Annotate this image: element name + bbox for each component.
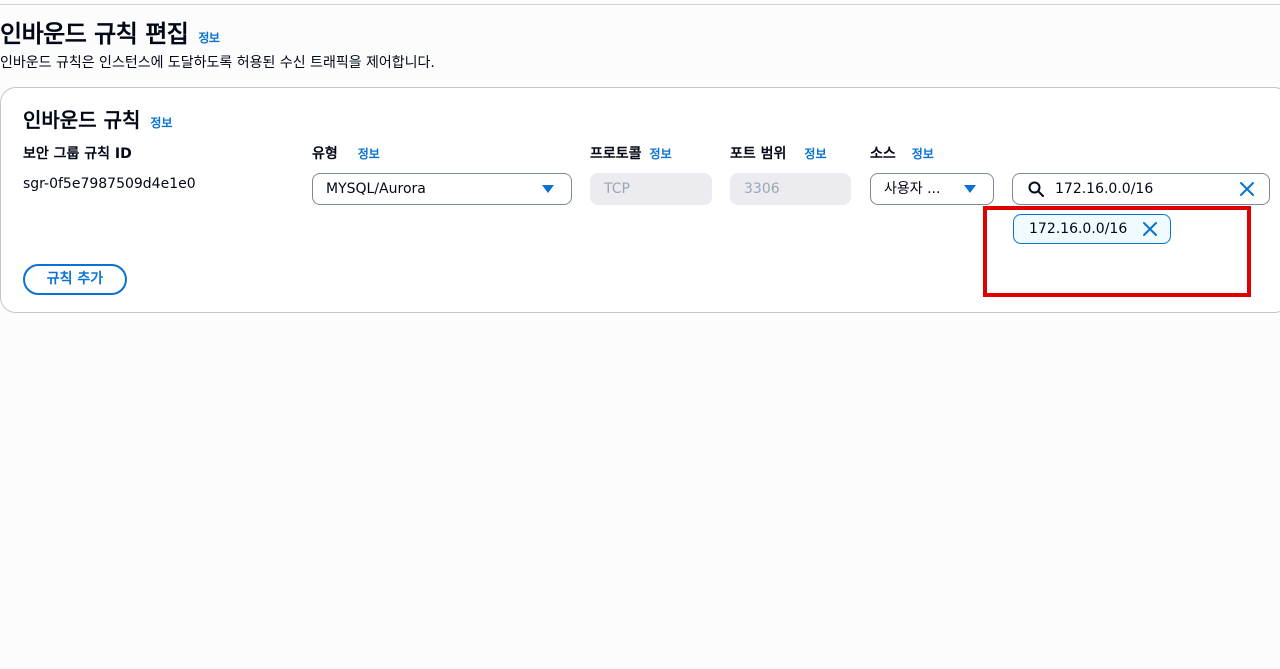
type-info-link[interactable]: 정보: [358, 147, 380, 161]
column-rule-id-label: 보안 그룹 규칙 ID: [23, 146, 132, 162]
top-divider: [0, 4, 1280, 5]
type-select-value: MYSQL/Aurora: [326, 181, 426, 197]
page-description: 인바운드 규칙은 인스턴스에 도달하도록 허용된 수신 트래픽을 제어합니다.: [0, 55, 435, 71]
type-select[interactable]: MYSQL/Aurora: [312, 173, 572, 205]
port-range-info-link[interactable]: 정보: [804, 147, 826, 161]
column-type: 유형 정보: [312, 143, 380, 163]
column-protocol: 프로토콜 정보: [590, 143, 672, 163]
source-search-input[interactable]: 172.16.0.0/16: [1012, 173, 1270, 205]
close-icon[interactable]: [1239, 181, 1255, 197]
source-info-link[interactable]: 정보: [912, 147, 934, 161]
rule-id-value: sgr-0f5e7987509d4e1e0: [23, 176, 196, 192]
add-rule-button[interactable]: 규칙 추가: [23, 264, 127, 295]
panel-title: 인바운드 규칙 정보: [23, 104, 172, 133]
page-title: 인바운드 규칙 편집 정보: [0, 14, 220, 49]
protocol-input: TCP: [590, 173, 712, 205]
page-info-link[interactable]: 정보: [198, 31, 220, 45]
column-source: 소스 정보: [870, 143, 934, 163]
column-type-label: 유형: [312, 146, 338, 162]
panel-title-text: 인바운드 규칙: [23, 108, 141, 132]
source-type-select[interactable]: 사용자 ...: [870, 173, 994, 205]
caret-down-icon: [964, 185, 976, 193]
column-protocol-label: 프로토콜: [590, 146, 642, 162]
source-search-value: 172.16.0.0/16: [1055, 181, 1154, 197]
protocol-info-link[interactable]: 정보: [650, 147, 672, 161]
panel-info-link[interactable]: 정보: [150, 116, 172, 130]
column-port-range-label: 포트 범위: [730, 146, 787, 162]
caret-down-icon: [542, 185, 554, 193]
source-type-select-value: 사용자 ...: [884, 181, 941, 197]
column-source-label: 소스: [870, 146, 896, 162]
page-title-text: 인바운드 규칙 편집: [0, 20, 189, 48]
column-port-range: 포트 범위 정보: [730, 143, 827, 163]
column-rule-id: 보안 그룹 규칙 ID: [23, 143, 132, 163]
port-range-input: 3306: [730, 173, 851, 205]
highlight-box: [983, 206, 1251, 297]
search-icon: [1028, 181, 1044, 197]
